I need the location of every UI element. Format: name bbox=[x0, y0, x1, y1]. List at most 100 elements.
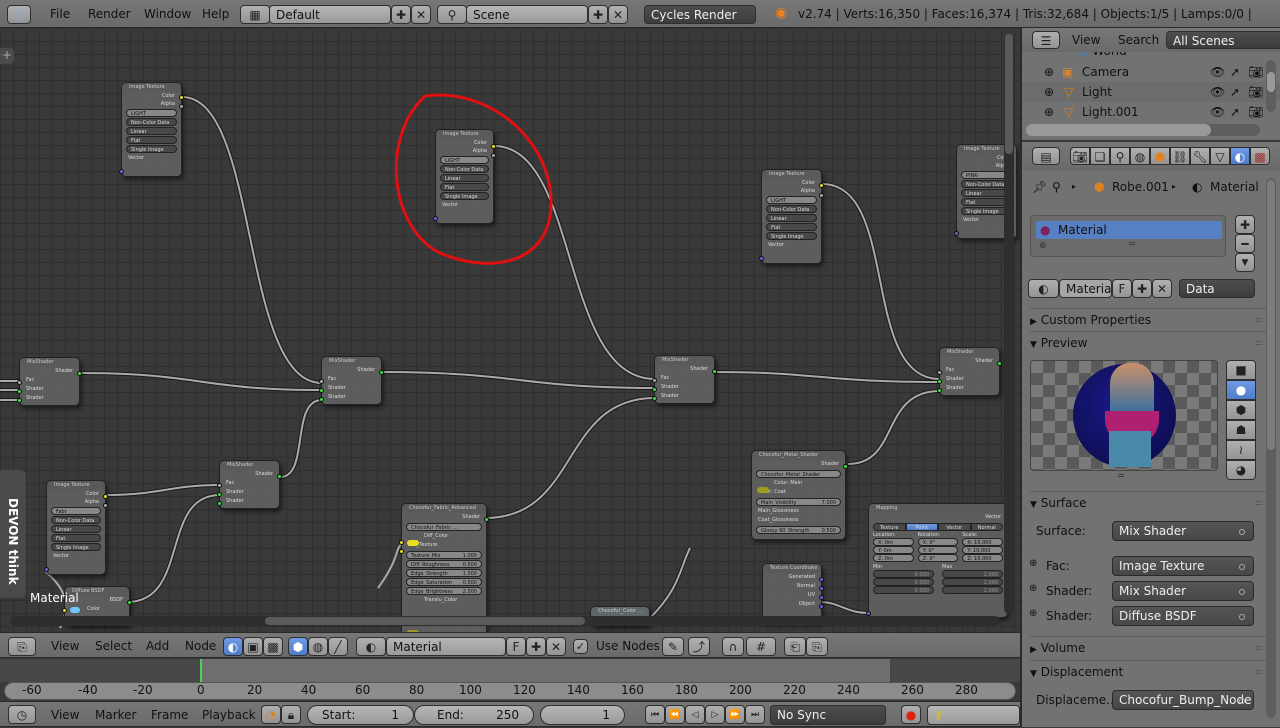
preview-cube-button[interactable]: ⬢ bbox=[1226, 400, 1256, 420]
vertical-scroll-thumb[interactable] bbox=[1005, 34, 1013, 154]
slot-specials-button[interactable]: ▼ bbox=[1235, 253, 1255, 272]
shader1-input-field[interactable]: Mix Shader bbox=[1112, 581, 1254, 601]
outliner-item-light-001[interactable]: ⊕ ▽ Light.001 👁︎ ➚ 📷︎ bbox=[1022, 102, 1280, 122]
outliner-item-light[interactable]: ⊕ ▽ Light 👁︎ ➚ 📷︎ bbox=[1022, 82, 1280, 102]
vertical-scrollbar[interactable] bbox=[1004, 34, 1014, 614]
editor-type-button[interactable]: ⎘ bbox=[8, 637, 36, 656]
node-chocofur-fabric-advanced[interactable]: Chocofur_Fabric_Advanced Shader Chocofur… bbox=[399, 503, 489, 632]
section-preview[interactable]: ▼ Preview:::: bbox=[1030, 331, 1266, 353]
current-frame-field[interactable]: 1 bbox=[540, 705, 625, 725]
socket-object[interactable] bbox=[819, 604, 824, 609]
new-material-button[interactable]: ✚ bbox=[526, 637, 546, 656]
drag-handle-icon[interactable]: :::: bbox=[1255, 637, 1263, 659]
socket-diff-color[interactable] bbox=[399, 540, 404, 545]
tab-render-layers[interactable]: ❏ bbox=[1090, 147, 1110, 165]
pin-icon[interactable]: 📌︎ bbox=[1032, 178, 1047, 196]
snap-element-dropdown[interactable]: # bbox=[746, 637, 776, 656]
end-frame-field[interactable]: End: 250 bbox=[414, 705, 534, 725]
socket-shader[interactable] bbox=[937, 388, 942, 393]
new-material-button[interactable]: ✚ bbox=[1132, 279, 1152, 298]
socket-shader[interactable] bbox=[17, 398, 22, 403]
socket-alpha[interactable] bbox=[819, 193, 824, 198]
preview-sky-button[interactable]: ◕ bbox=[1226, 460, 1256, 480]
node-image-texture[interactable]: Image Texture Color Alpha LIGHT Non-Colo… bbox=[759, 169, 824, 264]
scene-name-field[interactable]: Scene bbox=[466, 5, 588, 24]
visibility-eye-icon[interactable]: 👁︎ bbox=[1210, 102, 1225, 122]
fake-user-button[interactable]: F bbox=[506, 637, 526, 656]
add-slot-small-icon[interactable]: ⊕ bbox=[1039, 241, 1047, 251]
socket-generated[interactable] bbox=[819, 577, 824, 582]
jump-start-button[interactable]: ⏮ bbox=[645, 705, 665, 724]
add-layout-button[interactable]: ✚ bbox=[391, 5, 411, 24]
tab-world[interactable]: ◍ bbox=[1130, 147, 1150, 165]
tab-object[interactable]: ⬢ bbox=[1150, 147, 1170, 165]
socket-uv[interactable] bbox=[819, 595, 824, 600]
menu-playback[interactable]: Playback bbox=[202, 702, 256, 728]
material-browse-button[interactable]: ◐ bbox=[356, 637, 386, 656]
preview-monkey-button[interactable]: ☗ bbox=[1226, 420, 1256, 440]
socket-vector[interactable] bbox=[759, 256, 764, 261]
socket-shader-out[interactable] bbox=[77, 371, 82, 376]
section-displacement[interactable]: ▼ Displacement:::: bbox=[1030, 660, 1266, 682]
socket-shader[interactable] bbox=[319, 397, 324, 402]
menu-help[interactable]: Help bbox=[202, 0, 229, 28]
drag-handle-icon[interactable]: :::: bbox=[1255, 661, 1263, 683]
menu-view[interactable]: View bbox=[51, 702, 79, 728]
socket-shader[interactable] bbox=[217, 492, 222, 497]
paste-nodes-button[interactable]: ⎘ bbox=[806, 637, 828, 656]
current-frame-indicator[interactable] bbox=[200, 659, 202, 682]
start-frame-field[interactable]: Start: 1 bbox=[307, 705, 414, 725]
section-surface[interactable]: ▼ Surface:::: bbox=[1030, 491, 1266, 513]
socket-color[interactable] bbox=[491, 144, 496, 149]
node-mix-shader[interactable]: MixShader Shader Fac Shader Shader bbox=[652, 355, 717, 404]
socket-shader[interactable] bbox=[652, 387, 657, 392]
socket-shader[interactable] bbox=[17, 389, 22, 394]
expand-icon[interactable]: ⊕ bbox=[1044, 62, 1054, 82]
socket-shader-out[interactable] bbox=[379, 370, 384, 375]
add-material-slot-button[interactable]: ✚ bbox=[1235, 215, 1255, 234]
use-nodes-checkbox[interactable]: ✓ bbox=[573, 639, 588, 654]
diff-color-swatch[interactable] bbox=[407, 540, 419, 546]
auto-keying-button[interactable]: ● bbox=[901, 705, 921, 724]
timeline-area[interactable] bbox=[0, 659, 1020, 682]
tab-material[interactable]: ◐ bbox=[1230, 147, 1250, 165]
outliner-item-camera[interactable]: ⊕ ▣ Camera 👁︎ ➚ 📷︎ bbox=[1022, 62, 1280, 82]
socket-fac[interactable] bbox=[217, 483, 222, 488]
play-button[interactable]: ▷ bbox=[705, 705, 725, 724]
shader2-input-field[interactable]: Diffuse BSDF bbox=[1112, 606, 1254, 626]
socket-diff-texture[interactable] bbox=[399, 549, 404, 554]
expand-input-icon[interactable]: ⊕ bbox=[1029, 608, 1037, 619]
tab-constraints[interactable]: ⛓︎ bbox=[1170, 147, 1190, 165]
socket-shader-out[interactable] bbox=[277, 474, 282, 479]
socket-alpha[interactable] bbox=[179, 104, 184, 109]
outliner-vertical-scrollbar[interactable] bbox=[1266, 60, 1276, 112]
keying-set-field[interactable]: ⚷ bbox=[927, 705, 1020, 725]
socket-color[interactable] bbox=[62, 608, 67, 613]
tool-shelf-toggle[interactable]: + bbox=[0, 48, 14, 64]
menu-frame[interactable]: Frame bbox=[151, 702, 188, 728]
scene-selector[interactable]: ⚲ bbox=[437, 5, 467, 24]
socket-shader-out[interactable] bbox=[712, 369, 717, 374]
preview-range-button[interactable]: ◔ bbox=[261, 705, 281, 724]
node-mix-shader[interactable]: MixShader Shader Fac Shader Shader bbox=[217, 460, 282, 509]
menu-view[interactable]: View bbox=[1072, 28, 1100, 52]
outliner-editor-type-button[interactable]: ☰ bbox=[1032, 31, 1060, 49]
fac-input-field[interactable]: Image Texture bbox=[1112, 556, 1254, 576]
texture-nodes-button[interactable]: ▩ bbox=[263, 637, 283, 656]
menu-node[interactable]: Node bbox=[185, 633, 216, 659]
socket-vector[interactable] bbox=[119, 169, 124, 174]
preview-hair-button[interactable]: ≀ bbox=[1226, 440, 1256, 460]
render-engine-dropdown[interactable]: Cycles Render bbox=[644, 5, 756, 24]
jump-keyframe-back-button[interactable]: ⏪ bbox=[665, 705, 685, 724]
outliner-item-world[interactable]: ◍ World bbox=[1078, 52, 1127, 58]
socket-normal[interactable] bbox=[819, 586, 824, 591]
socket-alpha[interactable] bbox=[491, 153, 496, 158]
world-shader-button[interactable]: ◍ bbox=[308, 637, 328, 656]
node-image-texture[interactable]: Image Texture Color Alpha Fabr Non-Color… bbox=[44, 480, 108, 575]
unlink-material-button[interactable]: ✕ bbox=[546, 637, 566, 656]
socket-fac[interactable] bbox=[17, 380, 22, 385]
socket-alpha[interactable] bbox=[103, 503, 108, 508]
displacement-input-field[interactable]: Chocofur_Bump_Node bbox=[1112, 690, 1254, 710]
tab-scene[interactable]: ⚲ bbox=[1110, 147, 1130, 165]
jump-end-button[interactable]: ⏭ bbox=[745, 705, 765, 724]
